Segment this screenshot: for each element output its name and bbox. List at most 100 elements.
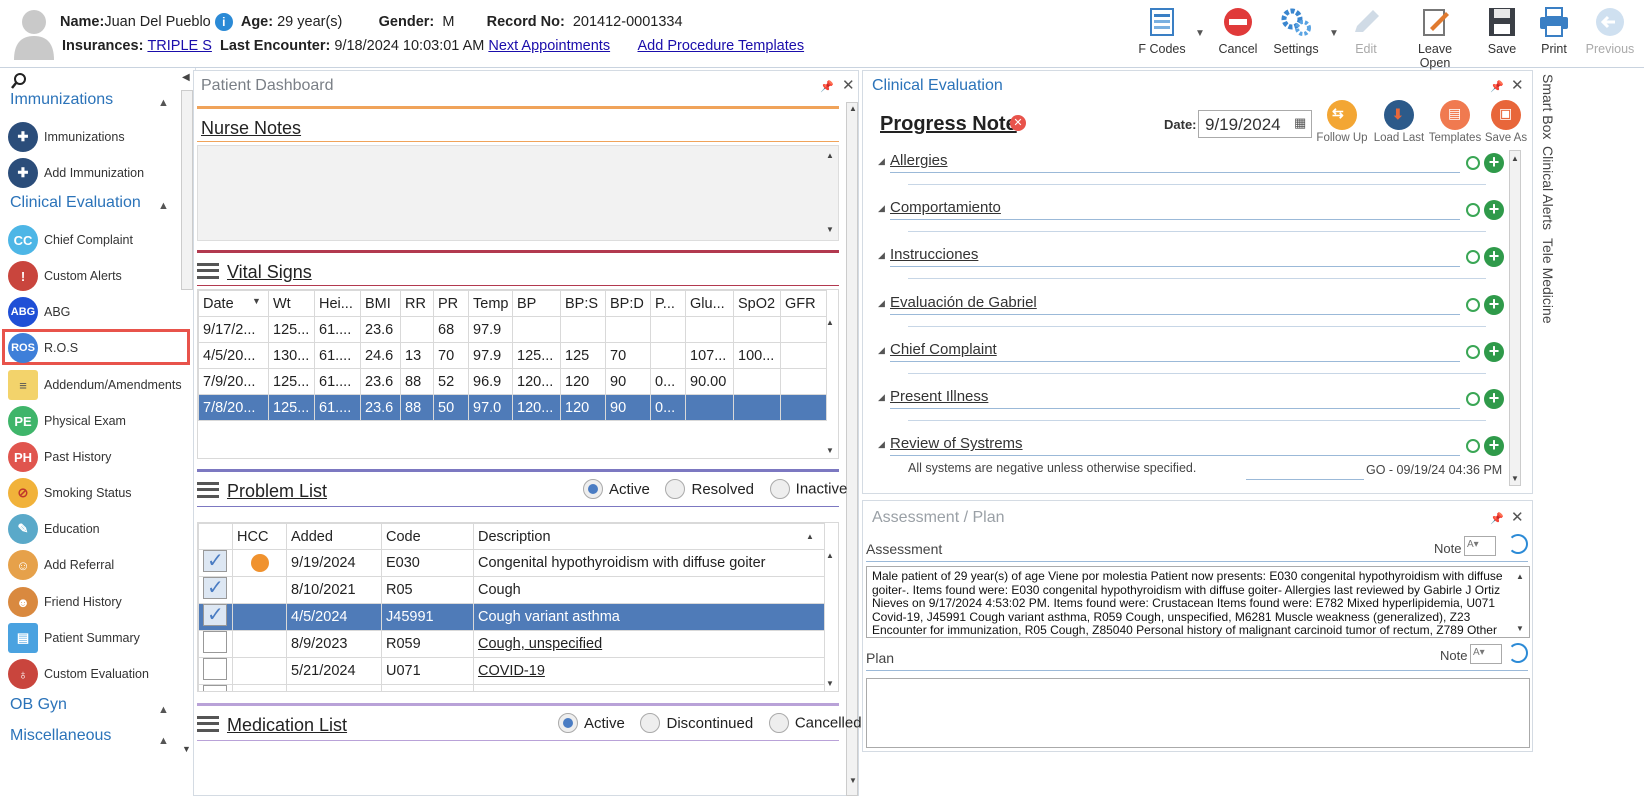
radio-active[interactable] <box>583 479 603 499</box>
load-last-label[interactable]: Load Last <box>1367 132 1431 144</box>
chevron-up-icon[interactable]: ▲ <box>158 200 169 212</box>
sidebar-item-physical-exam[interactable]: PE Physical Exam <box>8 404 194 438</box>
close-icon[interactable]: ✕ <box>842 76 855 94</box>
note-section-title[interactable]: Chief Complaint <box>890 341 997 358</box>
sidebar-item-friend-history[interactable]: ☻ Friend History <box>8 585 194 619</box>
tab-tele-medicine[interactable]: Tele Medicine <box>1540 238 1556 324</box>
sidebar-item-custom-alerts[interactable]: ! Custom Alerts <box>8 259 194 293</box>
nurse-notes-textarea[interactable] <box>197 145 839 241</box>
radio-discontinued[interactable] <box>640 713 661 733</box>
sidebar-item-abg[interactable]: ABG ABG <box>8 295 194 329</box>
sidebar-item-chief-complaint[interactable]: CC Chief Complaint <box>8 223 194 257</box>
expand-triangle-icon[interactable]: ◢ <box>878 439 885 450</box>
collapse-sidebar-icon[interactable]: ◀ <box>182 72 190 83</box>
expand-triangle-icon[interactable]: ◢ <box>878 203 885 214</box>
radio-cancelled[interactable] <box>768 713 789 733</box>
sidebar-item-add-referral[interactable]: ☺ Add Referral <box>8 548 194 582</box>
row-checkbox[interactable] <box>203 658 227 680</box>
table-row[interactable]: 8/10/2021R05Cough <box>198 576 825 604</box>
vitals-column-header[interactable]: PR <box>433 290 469 317</box>
sidebar-item-smoking-status[interactable]: ⊘ Smoking Status <box>8 476 194 510</box>
vitals-column-header[interactable]: BP:S <box>560 290 606 317</box>
alarm-clock-icon[interactable] <box>1466 392 1480 406</box>
plan-textarea[interactable] <box>866 678 1530 748</box>
row-checkbox[interactable] <box>203 685 227 691</box>
alarm-clock-icon[interactable] <box>1466 344 1480 359</box>
vital-signs-title[interactable]: Vital Signs <box>227 262 312 283</box>
sidebar-item-custom-evaluation[interactable]: ♁ Custom Evaluation <box>8 657 194 691</box>
problem-column-header[interactable]: Code <box>381 523 474 550</box>
scroll-up-icon[interactable]: ▲ <box>826 551 834 560</box>
refresh-icon[interactable] <box>1508 643 1528 663</box>
leave-open-button[interactable]: Leave Open <box>1402 6 1468 70</box>
chevron-up-icon[interactable]: ▲ <box>158 704 169 716</box>
remove-note-icon[interactable]: ✕ <box>1010 115 1026 131</box>
expand-triangle-icon[interactable]: ◢ <box>878 345 885 356</box>
info-icon[interactable]: i <box>214 13 233 31</box>
row-checkbox[interactable] <box>203 550 227 573</box>
scroll-down-icon[interactable]: ▼ <box>849 776 857 785</box>
add-icon[interactable]: + <box>1484 389 1504 409</box>
refresh-icon[interactable] <box>1508 534 1528 554</box>
scroll-down-icon[interactable]: ▼ <box>1516 624 1524 633</box>
vitals-column-header[interactable]: BMI <box>360 290 401 317</box>
alarm-clock-icon[interactable] <box>1466 156 1480 170</box>
table-row[interactable]: 9/17/2... 125... 61.... 23.6 68 97.9 <box>198 316 827 343</box>
expand-triangle-icon[interactable]: ◢ <box>878 392 885 403</box>
alarm-clock-icon[interactable] <box>1466 297 1480 312</box>
scroll-down-icon[interactable]: ▼ <box>826 225 834 234</box>
row-checkbox[interactable] <box>203 631 227 653</box>
settings-button[interactable]: Settings <box>1265 6 1327 62</box>
sidebar-scrollbar[interactable] <box>181 90 193 290</box>
cancel-button[interactable]: Cancel <box>1207 6 1269 62</box>
vitals-column-header[interactable]: BP <box>512 290 561 317</box>
follow-up-label[interactable]: Follow Up <box>1310 132 1374 144</box>
vitals-column-header[interactable]: BP:D <box>605 290 651 317</box>
section-immunizations[interactable]: Immunizations <box>10 91 113 109</box>
note-section-title[interactable]: Comportamiento <box>890 199 1001 216</box>
section-ob-gyn[interactable]: OB Gyn <box>10 696 67 714</box>
expand-triangle-icon[interactable]: ◢ <box>878 250 885 261</box>
section-miscellaneous[interactable]: Miscellaneous <box>10 727 111 745</box>
clinical-scrollbar[interactable] <box>1509 150 1521 486</box>
note-section-title[interactable]: Instrucciones <box>890 246 978 263</box>
sidebar-item-past-history[interactable]: PH Past History <box>8 440 194 474</box>
add-icon[interactable]: + <box>1484 294 1504 315</box>
vitals-column-header[interactable]: SpO2 <box>733 290 781 317</box>
table-row[interactable] <box>198 684 825 691</box>
radio-active[interactable] <box>558 713 578 733</box>
expand-triangle-icon[interactable]: ◢ <box>878 156 885 167</box>
tab-smart-box[interactable]: Smart Box <box>1540 74 1556 139</box>
problem-column-header[interactable]: Description <box>473 523 825 550</box>
radio-inactive[interactable] <box>769 479 790 499</box>
add-icon[interactable]: + <box>1484 341 1504 362</box>
search-icon[interactable] <box>10 72 28 90</box>
scroll-up-icon[interactable]: ▲ <box>826 318 834 327</box>
add-icon[interactable]: + <box>1484 200 1504 221</box>
table-row[interactable]: 7/8/20... 125... 61.... 23.6 88 50 97.0 120... 1… <box>198 394 827 421</box>
note-section-title[interactable]: Review of Systrems <box>890 435 1023 452</box>
chevron-up-icon[interactable]: ▲ <box>158 97 169 109</box>
scroll-down-icon[interactable]: ▼ <box>1511 474 1519 483</box>
table-cell[interactable]: COVID-19 <box>473 657 825 685</box>
radio-resolved[interactable] <box>665 479 686 499</box>
medication-list-title[interactable]: Medication List <box>227 715 347 736</box>
tab-clinical-alerts[interactable]: Clinical Alerts <box>1540 146 1556 230</box>
add-procedure-templates-link[interactable]: Add Procedure Templates <box>638 38 805 54</box>
fcodes-dropdown-icon[interactable]: ▼ <box>1195 28 1205 39</box>
menu-icon[interactable] <box>197 482 219 498</box>
vitals-column-header[interactable]: Wt <box>268 290 315 317</box>
note-format-dropdown[interactable]: A▾ <box>1470 644 1502 664</box>
sort-dropdown-icon[interactable]: ▼ <box>252 296 261 306</box>
assessment-textarea[interactable]: Male patient of 29 year(s) of age Viene … <box>866 566 1530 638</box>
menu-icon[interactable] <box>197 263 219 279</box>
chevron-up-icon[interactable]: ▲ <box>158 735 169 747</box>
table-row[interactable]: 9/19/2024E030Congenital hypothyroidism w… <box>198 549 825 577</box>
print-button[interactable]: Print <box>1524 6 1584 62</box>
vitals-column-header[interactable]: Temp <box>468 290 513 317</box>
nurse-notes-title[interactable]: Nurse Notes <box>201 118 301 139</box>
note-section-title[interactable]: Evaluación de Gabriel <box>890 294 1037 311</box>
expand-triangle-icon[interactable]: ◢ <box>878 298 885 309</box>
table-cell[interactable]: Cough, unspecified <box>473 630 825 658</box>
progress-note-title[interactable]: Progress Note <box>880 113 1017 136</box>
